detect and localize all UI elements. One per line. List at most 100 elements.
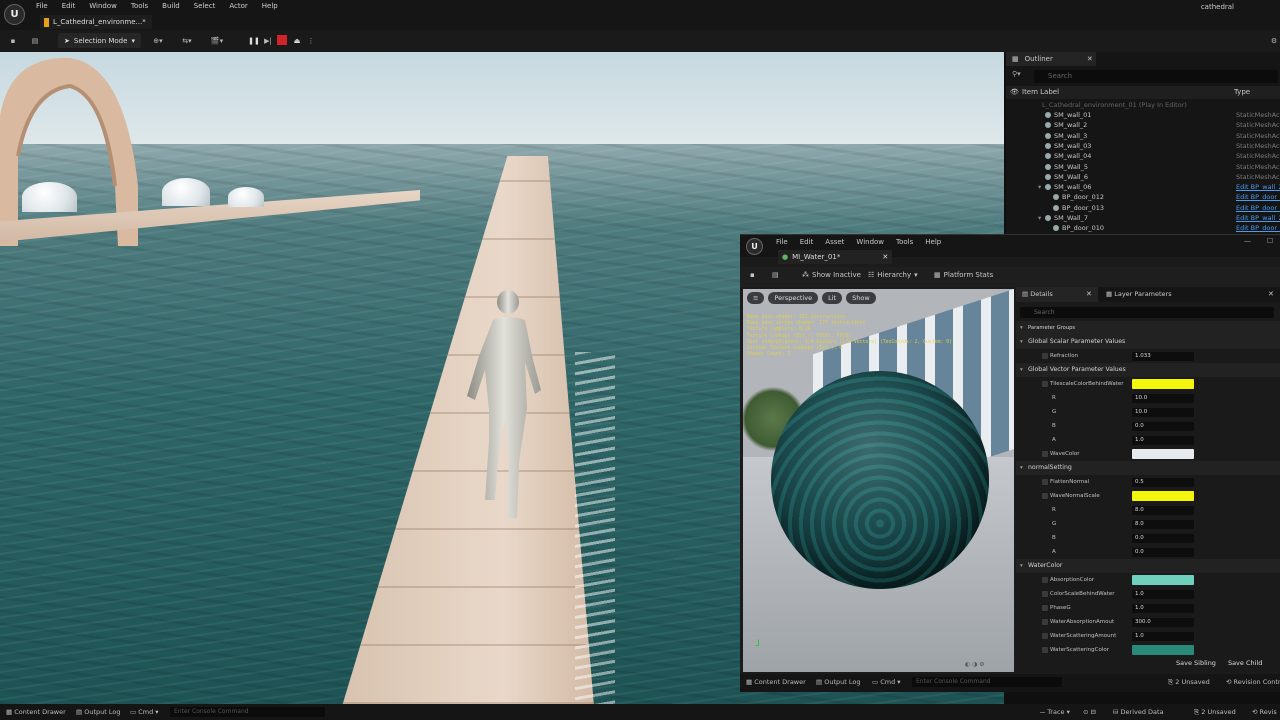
viewport-menu-icon[interactable]: ≡ (747, 292, 765, 304)
col-item-label[interactable]: Item Label (1022, 88, 1059, 96)
menu-item-tools[interactable]: Tools (131, 2, 148, 10)
platform-stats-button[interactable]: ▦ Platform Stats (934, 271, 993, 279)
color-swatch[interactable] (1132, 379, 1194, 389)
override-checkbox[interactable] (1042, 633, 1048, 639)
override-checkbox[interactable] (1042, 619, 1048, 625)
parameter-group-header[interactable]: ▾ WaterColor (1016, 559, 1280, 573)
parameter-value-input[interactable]: 0.0 (1132, 534, 1194, 543)
expand-arrow-icon[interactable]: ▾ (1038, 182, 1045, 192)
parameter-row[interactable]: WaterScatteringColor (1016, 643, 1280, 657)
menu-item-edit[interactable]: Edit (62, 2, 76, 10)
blueprint-icon[interactable]: ⇆▾ (176, 33, 198, 49)
edit-blueprint-link[interactable]: Edit BP_door_0 (1236, 203, 1280, 213)
parameter-value-input[interactable]: 0.5 (1132, 478, 1194, 487)
output-log-button[interactable]: ▤ Output Log (816, 674, 860, 690)
parameter-value-input[interactable]: 8.0 (1132, 520, 1194, 529)
outliner-row[interactable]: SM_wall_01 StaticMeshActor (1006, 110, 1280, 120)
color-swatch[interactable] (1132, 575, 1194, 585)
perspective-button[interactable]: Perspective (768, 292, 819, 304)
tab-outliner[interactable]: ▦ Outliner ✕ (1006, 52, 1096, 66)
unreal-logo-icon[interactable]: U (4, 4, 25, 25)
menu-item-select[interactable]: Select (194, 2, 216, 10)
eject-icon[interactable]: ⏏ (291, 33, 303, 49)
unreal-logo-icon[interactable]: U (746, 238, 763, 255)
save-child-button[interactable]: Save Child (1228, 659, 1262, 667)
parameter-row[interactable]: G 8.0 (1016, 517, 1280, 531)
console-input[interactable]: Enter Console Command (912, 677, 1062, 687)
outliner-row[interactable]: SM_wall_04 StaticMeshActor (1006, 151, 1280, 161)
collapse-arrow-icon[interactable]: ▾ (1020, 321, 1023, 335)
show-button[interactable]: Show (846, 292, 876, 304)
outliner-row[interactable]: ▾ SM_Wall_7 Edit BP_wall_2 (1006, 213, 1280, 223)
more-options-icon[interactable]: ⋮ (306, 33, 316, 49)
override-checkbox[interactable] (1042, 353, 1048, 359)
cinematics-icon[interactable]: 🎬▾ (206, 33, 228, 49)
outliner-row[interactable]: SM_Wall_6 StaticMeshActor (1006, 172, 1280, 182)
settings-icon[interactable]: ⚙ (1268, 33, 1280, 49)
parameter-value-input[interactable]: 0.0 (1132, 548, 1194, 557)
menu-item-build[interactable]: Build (162, 2, 180, 10)
menu-item-window[interactable]: Window (89, 2, 117, 10)
cmd-dropdown[interactable]: ▭ Cmd ▾ (872, 674, 901, 690)
parameter-row[interactable]: PhaseG 1.0 (1016, 601, 1280, 615)
material-preview-viewport[interactable]: ≡ Perspective Lit Show Base pass shader:… (743, 289, 1014, 672)
parameter-value-input[interactable]: 1.0 (1132, 590, 1194, 599)
step-icon[interactable]: ▶| (262, 33, 274, 49)
menu-item-file[interactable]: File (776, 238, 788, 246)
maximize-icon[interactable]: ☐ (1267, 237, 1273, 245)
outliner-search-input[interactable]: Search (1034, 70, 1278, 83)
parameter-row[interactable]: B 0.0 (1016, 531, 1280, 545)
override-checkbox[interactable] (1042, 605, 1048, 611)
content-browser-icon[interactable]: ▤ (28, 33, 42, 49)
pause-icon[interactable]: ❚❚ (248, 33, 260, 49)
level-document-tab[interactable]: L_Cathedral_environme...* (40, 15, 152, 29)
close-icon[interactable]: ✕ (882, 253, 888, 261)
visibility-icon[interactable]: 👁 (1010, 88, 1019, 96)
parameter-value-input[interactable]: 8.0 (1132, 506, 1194, 515)
parameter-value-input[interactable]: 300.0 (1132, 618, 1194, 627)
parameter-value-input[interactable]: 1.033 (1132, 352, 1194, 361)
collapse-arrow-icon[interactable]: ▾ (1020, 559, 1023, 573)
trace-dropdown[interactable]: ⏤ Trace ▾ (1040, 704, 1070, 720)
parameter-row[interactable]: R 10.0 (1016, 391, 1280, 405)
viewport-nav-icons[interactable]: ◐ ◑ ⚙ (965, 661, 985, 668)
browse-icon[interactable]: ▤ (772, 271, 779, 279)
parameter-row[interactable]: ColorScaleBehindWater 1.0 (1016, 587, 1280, 601)
color-swatch[interactable] (1132, 645, 1194, 655)
parameter-value-input[interactable]: 1.0 (1132, 436, 1194, 445)
parameter-row[interactable]: TilescaleColorBehindWater (1016, 377, 1280, 391)
selection-mode-dropdown[interactable]: ➤ Selection Mode ▾ (58, 33, 141, 48)
collapse-arrow-icon[interactable]: ▾ (1020, 461, 1023, 475)
outliner-row[interactable]: SM_wall_2 StaticMeshActor (1006, 120, 1280, 130)
parameter-value-input[interactable]: 1.0 (1132, 632, 1194, 641)
add-actor-icon[interactable]: ⊕▾ (148, 33, 168, 49)
override-checkbox[interactable] (1042, 479, 1048, 485)
menu-item-actor[interactable]: Actor (229, 2, 247, 10)
outliner-row[interactable]: BP_door_010 Edit BP_door_0 (1006, 223, 1280, 233)
unsaved-button[interactable]: ⎘ 2 Unsaved (1168, 674, 1210, 690)
parameter-value-input[interactable]: 10.0 (1132, 408, 1194, 417)
edit-blueprint-link[interactable]: Edit BP_door_0 (1236, 223, 1280, 233)
material-tab[interactable]: ● MI_Water_01* ✕ (778, 250, 893, 264)
tab-layer-parameters[interactable]: ▦ Layer Parameters (1100, 287, 1220, 302)
override-checkbox[interactable] (1042, 577, 1048, 583)
stop-icon[interactable] (277, 35, 287, 45)
show-inactive-button[interactable]: ⁂ Show Inactive (802, 271, 861, 279)
menu-item-help[interactable]: Help (925, 238, 941, 246)
menu-item-window[interactable]: Window (856, 238, 884, 246)
revision-control-button[interactable]: ⟲ Revis (1252, 704, 1277, 720)
parameter-row[interactable]: R 8.0 (1016, 503, 1280, 517)
parameter-row[interactable]: WaveNormalScale (1016, 489, 1280, 503)
revision-control-button[interactable]: ⟲ Revision Contr (1226, 674, 1280, 690)
parameter-group-header[interactable]: ▾ Global Scalar Parameter Values (1016, 335, 1280, 349)
derived-data-button[interactable]: ⛁ Derived Data (1113, 704, 1164, 720)
parameter-row[interactable]: FlattenNormal 0.5 (1016, 475, 1280, 489)
filter-icon[interactable]: ⚲▾ (1012, 70, 1021, 78)
minimize-icon[interactable]: — (1244, 237, 1251, 245)
edit-blueprint-link[interactable]: Edit BP_wall_2 (1236, 182, 1280, 192)
parameter-value-input[interactable]: 10.0 (1132, 394, 1194, 403)
close-icon[interactable]: ✕ (1268, 290, 1274, 298)
parameter-row[interactable]: Refraction 1.033 (1016, 349, 1280, 363)
menu-item-asset[interactable]: Asset (825, 238, 844, 246)
output-log-button[interactable]: ▤ Output Log (76, 704, 120, 720)
